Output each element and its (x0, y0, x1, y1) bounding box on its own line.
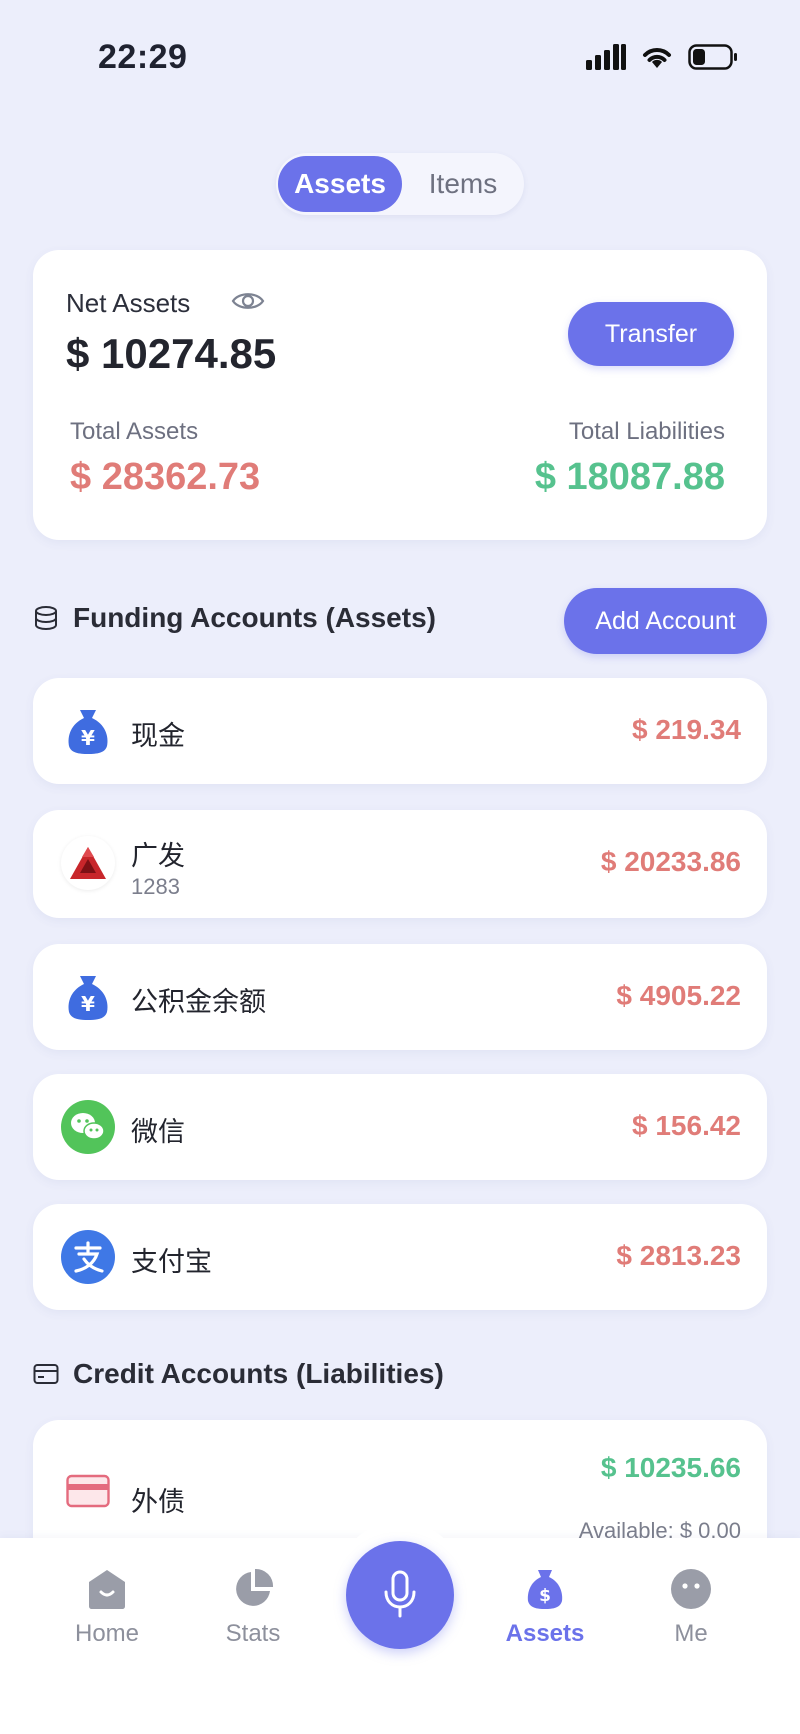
credit-section-header: Credit Accounts (Liabilities) (33, 1358, 444, 1390)
account-amount: $ 2813.23 (616, 1240, 741, 1271)
credit-card-icon (61, 1464, 115, 1518)
nav-stats[interactable]: Stats (193, 1568, 313, 1648)
battery-icon (688, 44, 737, 70)
account-amount: $ 156.42 (632, 1110, 741, 1141)
account-row[interactable]: 支付宝 $ 2813.23 (33, 1204, 767, 1310)
account-name: 支付宝 (131, 1247, 212, 1277)
tab-items[interactable]: Items (406, 156, 520, 212)
net-assets-value: $ 10274.85 (66, 330, 277, 377)
account-row[interactable]: 广发 1283 $ 20233.86 (33, 810, 767, 918)
net-assets-label: Net Assets (66, 288, 191, 318)
pie-chart-icon (236, 1568, 274, 1606)
total-liabilities-label: Total Liabilities (568, 418, 725, 445)
money-bag-icon: ¥ (61, 704, 115, 758)
nav-home[interactable]: Home (47, 1568, 167, 1648)
account-amount: $ 4905.22 (616, 980, 741, 1011)
total-assets-label: Total Assets (70, 418, 199, 445)
account-name: 微信 (131, 1117, 185, 1147)
wechat-icon (61, 1100, 115, 1154)
transfer-button[interactable]: Transfer (568, 302, 734, 366)
add-account-button[interactable]: Add Account (564, 588, 767, 654)
alipay-icon (61, 1230, 115, 1284)
account-number: 1283 (131, 874, 180, 899)
nav-home-label: Home (74, 1620, 140, 1647)
nav-stats-label: Stats (225, 1620, 281, 1647)
net-assets-card: Net Assets $ 10274.85 Transfer Total Ass… (33, 250, 767, 540)
account-row[interactable]: ¥ 公积金余额 $ 4905.22 (33, 944, 767, 1050)
account-name: 广发 (131, 841, 185, 871)
nav-me-label: Me (674, 1620, 708, 1647)
account-name: 现金 (131, 721, 185, 751)
total-liabilities-value: $ 18087.88 (534, 456, 725, 498)
money-bag-icon: ¥ (61, 970, 115, 1024)
bank-logo-icon (61, 836, 115, 890)
nav-assets[interactable]: $ Assets (485, 1568, 605, 1648)
credit-amount: $ 10235.66 (600, 1452, 741, 1483)
database-icon (35, 606, 57, 631)
status-bar: 22:29 (0, 0, 800, 110)
account-name: 公积金余额 (131, 987, 266, 1017)
status-icons (586, 44, 738, 70)
segment-control: Assets Items (276, 153, 524, 215)
voice-input-button[interactable] (346, 1541, 454, 1649)
microphone-icon (384, 1570, 416, 1618)
account-name: 外债 (131, 1487, 185, 1517)
account-row[interactable]: ¥ 现金 $ 219.34 (33, 678, 767, 784)
eye-icon[interactable] (231, 290, 265, 312)
funding-section-header: Funding Accounts (Assets) (33, 602, 436, 634)
money-bag-icon: $ (527, 1570, 563, 1609)
card-icon (33, 1364, 59, 1384)
status-time: 22:29 (98, 38, 188, 76)
funding-section-title: Funding Accounts (Assets) (73, 602, 436, 633)
home-icon (89, 1570, 125, 1609)
face-icon (671, 1569, 711, 1609)
account-amount: $ 20233.86 (600, 846, 741, 877)
nav-assets-label: Assets (505, 1620, 585, 1647)
nav-me[interactable]: Me (631, 1568, 751, 1648)
svg-text:$: $ (539, 1586, 551, 1606)
signal-icon (586, 44, 626, 70)
credit-section-title: Credit Accounts (Liabilities) (73, 1358, 444, 1389)
tab-assets[interactable]: Assets (278, 156, 402, 212)
svg-text:¥: ¥ (81, 992, 95, 1016)
account-amount: $ 219.34 (632, 714, 741, 745)
svg-text:¥: ¥ (81, 726, 95, 750)
total-assets-value: $ 28362.73 (70, 456, 261, 498)
wifi-icon (643, 48, 671, 68)
account-row[interactable]: 微信 $ 156.42 (33, 1074, 767, 1180)
